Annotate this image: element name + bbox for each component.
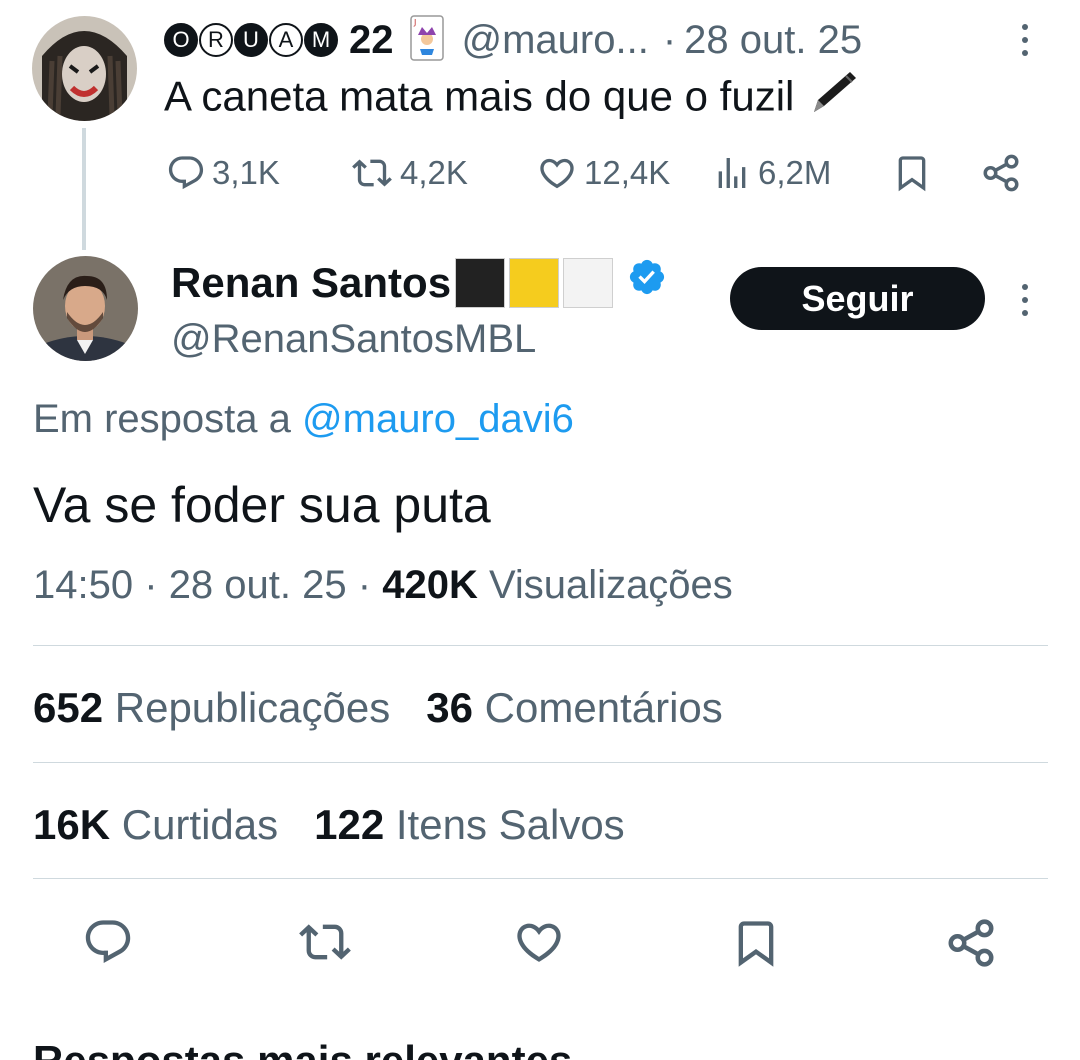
name-badge-1: O (164, 23, 198, 57)
reply-prefix: Em resposta a (33, 397, 291, 441)
tweet-time[interactable]: 14:50 (33, 563, 133, 607)
verified-icon[interactable] (627, 256, 667, 310)
main-author-handle[interactable]: @RenanSantosMBL (171, 312, 536, 366)
views-action[interactable]: 6,2M (712, 150, 831, 196)
flag-square-yellow (509, 258, 560, 308)
likes-label: Curtidas (121, 801, 279, 848)
relevant-replies-heading: Respostas mais relevantes (33, 1034, 572, 1060)
views-icon (712, 153, 752, 193)
main-tweet-text: Va se foder sua puta (33, 477, 491, 533)
name-badge-5: M (304, 23, 338, 57)
repost-count: 4,2K (400, 154, 468, 191)
comments-label: Comentários (484, 684, 723, 731)
reply-icon (166, 153, 206, 193)
reposts-stat[interactable]: 652 Republicações (33, 684, 390, 731)
pen-icon (806, 68, 860, 131)
svg-text:J: J (413, 18, 416, 27)
like-button[interactable] (512, 916, 566, 968)
reposts-count: 652 (33, 684, 104, 731)
comments-stat[interactable]: 36 Comentários (426, 684, 723, 731)
flag-square-white (563, 258, 614, 308)
flag-square-black (455, 258, 506, 308)
main-more-icon[interactable] (1020, 284, 1030, 316)
share-icon (944, 916, 998, 970)
likes-count: 16K (33, 801, 111, 848)
parent-handle[interactable]: @mauro... (462, 18, 649, 63)
likes-stat[interactable]: 16K Curtidas (33, 801, 278, 848)
saves-stat[interactable]: 122 Itens Salvos (314, 801, 625, 848)
main-avatar[interactable] (33, 256, 138, 361)
divider-3 (33, 878, 1048, 879)
parent-tweet-text: A caneta mata mais do que o fuzil (164, 68, 860, 131)
stats-row-2: 16K Curtidas 122 Itens Salvos (33, 798, 625, 852)
bookmark-button[interactable] (730, 916, 782, 970)
parent-header: O R U A M 22 J @mauro... · 28 out. 25 (164, 14, 862, 66)
reply-count: 3,1K (212, 154, 280, 191)
reposts-label: Republicações (114, 684, 391, 731)
thread-connector-line (82, 128, 86, 250)
meta-separator-2: · (357, 563, 372, 607)
divider-2 (33, 762, 1048, 763)
joker-card-icon: J (409, 14, 444, 66)
comments-count: 36 (426, 684, 473, 731)
like-count: 12,4K (584, 154, 671, 191)
repost-icon (350, 153, 394, 193)
main-author-name[interactable]: Renan Santos (171, 256, 667, 310)
like-action[interactable]: 12,4K (536, 150, 670, 196)
tweet-date[interactable]: 28 out. 25 (169, 563, 347, 607)
reply-mention-link[interactable]: @mauro_davi6 (302, 397, 574, 441)
share-button[interactable] (944, 916, 998, 970)
name-badge-2: R (199, 23, 233, 57)
repost-button[interactable] (296, 916, 354, 968)
tweet-meta: 14:50 · 28 out. 25 · 420K Visualizações (33, 558, 733, 612)
reply-icon (82, 916, 134, 968)
divider-1 (33, 645, 1048, 646)
bookmark-icon[interactable] (892, 150, 932, 196)
follow-button[interactable]: Seguir (730, 267, 985, 330)
reply-context: Em resposta a @mauro_davi6 (33, 392, 574, 446)
name-badge-4: A (269, 23, 303, 57)
views-count: 6,2M (758, 154, 832, 191)
share-icon[interactable] (980, 150, 1022, 196)
views-total: 420K (382, 563, 478, 607)
separator-dot: · (662, 17, 677, 62)
saves-label: Itens Salvos (395, 801, 625, 848)
display-name: Renan Santos (171, 259, 452, 306)
reply-button[interactable] (82, 916, 134, 968)
like-icon (512, 916, 566, 968)
saves-count: 122 (314, 801, 385, 848)
stats-row-1: 652 Republicações 36 Comentários (33, 681, 723, 735)
parent-avatar[interactable] (32, 16, 137, 121)
repost-action[interactable]: 4,2K (350, 150, 468, 196)
parent-date[interactable]: 28 out. 25 (684, 18, 862, 63)
bookmark-icon (730, 916, 782, 970)
parent-name-number[interactable]: 22 (349, 18, 394, 63)
views-label: Visualizações (488, 563, 733, 607)
like-icon (536, 153, 578, 193)
repost-icon (296, 916, 354, 968)
reply-action[interactable]: 3,1K (166, 150, 280, 196)
meta-separator-1: · (144, 563, 158, 607)
name-badge-3: U (234, 23, 268, 57)
parent-more-icon[interactable] (1020, 24, 1030, 56)
parent-tweet-body: A caneta mata mais do que o fuzil (164, 72, 795, 120)
